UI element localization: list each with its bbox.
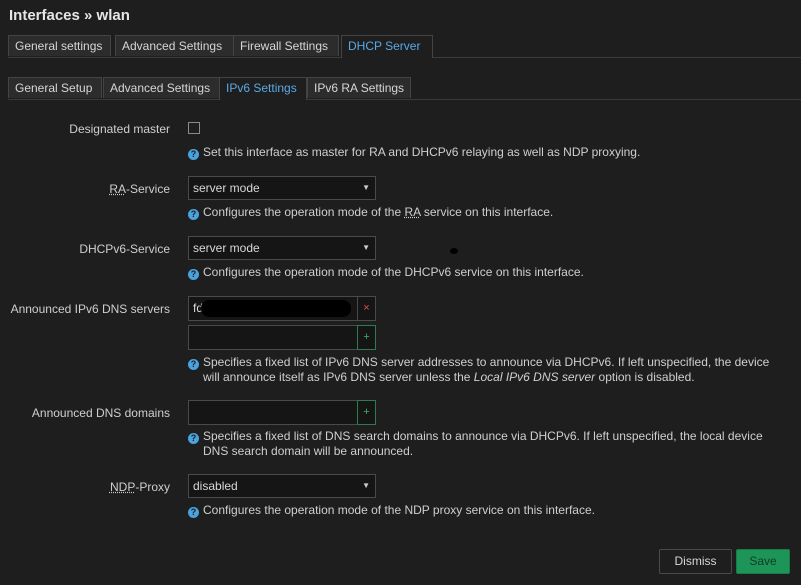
- chevron-down-icon: ▼: [362, 183, 370, 192]
- designated-master-checkbox[interactable]: [188, 122, 200, 134]
- dns-domains-help: ? Specifies a fixed list of DNS search do…: [188, 429, 788, 459]
- save-button[interactable]: Save: [736, 549, 790, 574]
- add-dns-server-button[interactable]: +: [357, 325, 376, 350]
- dhcpv6-service-select[interactable]: server mode ▼: [188, 236, 376, 260]
- ra-service-select[interactable]: server mode ▼: [188, 176, 376, 200]
- help-icon: ?: [188, 507, 199, 518]
- dns-servers-help: ? Specifies a fixed list of IPv6 DNS serv…: [188, 355, 788, 385]
- redaction-bar: [201, 300, 351, 317]
- help-icon: ?: [188, 269, 199, 280]
- dhcpv6-service-label: DHCPv6-Service: [79, 242, 170, 256]
- help-icon: ?: [188, 359, 199, 370]
- ndp-proxy-select[interactable]: disabled ▼: [188, 474, 376, 498]
- remove-dns-server-button[interactable]: ×: [357, 296, 376, 321]
- dns-domains-label: Announced DNS domains: [31, 406, 170, 420]
- ra-service-label: RA-Service: [109, 182, 170, 196]
- tab-firewall-settings[interactable]: Firewall Settings: [233, 35, 339, 56]
- tab-ipv6-settings[interactable]: IPv6 Settings: [219, 77, 307, 100]
- dns-servers-label: Announced IPv6 DNS servers: [10, 302, 170, 316]
- tab-general-setup[interactable]: General Setup: [8, 77, 102, 98]
- designated-master-help: ? Set this interface as master for RA and…: [188, 145, 788, 160]
- tab-ipv6-ra-settings[interactable]: IPv6 RA Settings: [307, 77, 411, 98]
- ndp-proxy-help: ? Configures the operation mode of the ND…: [188, 503, 788, 518]
- help-icon: ?: [188, 433, 199, 444]
- page-title: Interfaces » wlan: [9, 7, 130, 24]
- dns-server-entry[interactable]: fd ×: [188, 296, 376, 321]
- dhcpv6-service-help: ? Configures the operation mode of the DH…: [188, 265, 788, 280]
- tab-inner-advanced-settings[interactable]: Advanced Settings: [103, 77, 224, 98]
- help-icon: ?: [188, 209, 199, 220]
- tab-advanced-settings[interactable]: Advanced Settings: [115, 35, 236, 56]
- inner-tab-bar: General Setup Advanced Settings IPv6 Set…: [8, 77, 801, 100]
- dns-domain-add-input[interactable]: +: [188, 400, 376, 425]
- add-dns-domain-button[interactable]: +: [357, 400, 376, 425]
- redaction-dot: [450, 248, 458, 254]
- dns-server-add-input[interactable]: +: [188, 325, 376, 350]
- tab-dhcp-server[interactable]: DHCP Server: [341, 35, 433, 58]
- designated-master-label: Designated master: [69, 122, 170, 136]
- dismiss-button[interactable]: Dismiss: [659, 549, 732, 574]
- ra-service-help: ? Configures the operation mode of the RA…: [188, 205, 788, 220]
- chevron-down-icon: ▼: [362, 481, 370, 490]
- ndp-proxy-label: NDP-Proxy: [109, 480, 170, 494]
- tab-general-settings[interactable]: General settings: [8, 35, 111, 56]
- outer-tab-bar: General settings Advanced Settings Firew…: [8, 35, 801, 58]
- chevron-down-icon: ▼: [362, 243, 370, 252]
- help-icon: ?: [188, 149, 199, 160]
